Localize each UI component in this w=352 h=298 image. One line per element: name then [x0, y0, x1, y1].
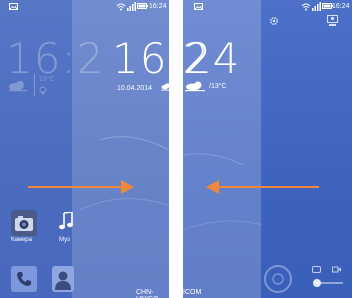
panel-gap [169, 0, 183, 298]
clock-hours: 16:2 [112, 34, 211, 83]
camera-app-label: Камера [11, 237, 32, 243]
arrow-right-head [121, 180, 134, 194]
phone-app[interactable] [11, 266, 37, 292]
music-app-label: Муз [59, 237, 70, 243]
date: 10.04.2014 [117, 85, 153, 92]
weather-cloud-icon [161, 83, 171, 91]
message-icon [312, 266, 321, 273]
phone-icon [17, 272, 31, 286]
arrow-left-icon [219, 186, 319, 188]
carrier-name-right: ICOM [183, 289, 202, 296]
contacts-icon [55, 271, 71, 290]
contacts-app[interactable] [52, 266, 74, 292]
carrier-name-left: CHN-UNICO [136, 289, 159, 298]
unlock-ring-icon[interactable] [263, 264, 293, 294]
slider-knob[interactable] [313, 279, 321, 287]
arrow-left-head [206, 180, 219, 194]
camera-icon [15, 216, 33, 231]
video-icon [332, 266, 341, 273]
slider-track [321, 282, 343, 284]
arrow-right-icon [28, 186, 124, 188]
camera-app[interactable] [11, 210, 37, 236]
music-note-icon[interactable] [59, 212, 73, 230]
